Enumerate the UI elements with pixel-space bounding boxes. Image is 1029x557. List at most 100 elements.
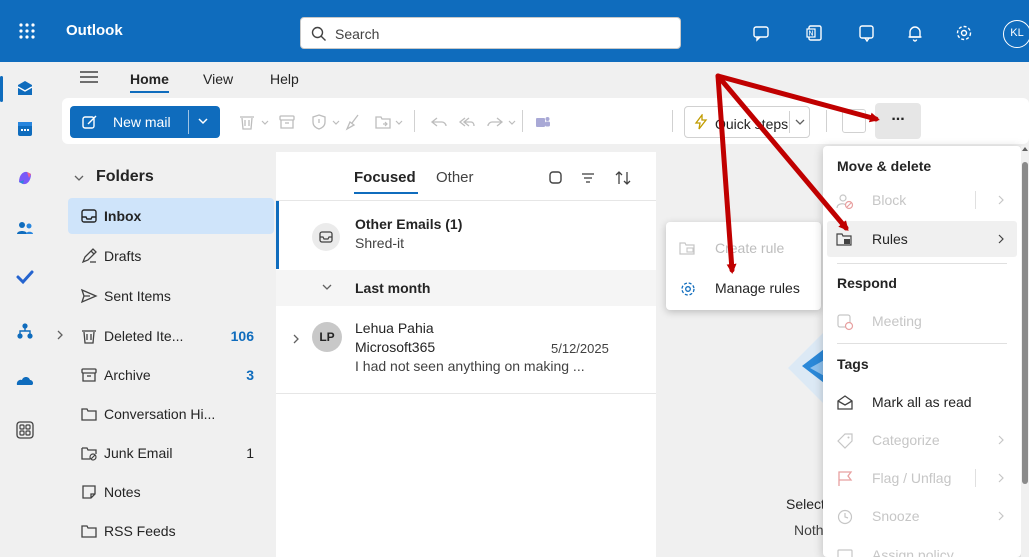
people-icon[interactable] [15,218,35,238]
folder-label: Conversation Hi... [104,406,216,422]
folder-item-sent[interactable]: Sent Items [68,278,274,314]
scrollbar-thumb[interactable] [1022,162,1028,484]
other-emails-subtitle: Shred-it [355,235,405,251]
folder-pane: Folders Inbox Drafts Sent Items Deleted … [48,150,274,557]
assign-policy-menu-item[interactable]: Assign policy [827,537,1017,557]
flag-unflag-label: Flag / Unflag [872,470,952,486]
filter-icon[interactable] [580,170,596,186]
chevron-down-icon[interactable] [795,118,805,126]
more-options-menu: Move & delete Block Rules Respond Meetin… [823,146,1021,557]
scroll-up-arrow-icon[interactable] [1022,146,1028,152]
tab-home-underline [130,91,169,93]
feedback-icon[interactable] [858,24,876,42]
tab-home[interactable]: Home [130,71,169,87]
folder-item-deleted[interactable]: Deleted Ite... 106 [57,318,274,354]
tab-focused[interactable]: Focused [354,169,416,186]
chevron-right-icon[interactable] [997,472,1005,484]
svg-text:N: N [808,30,813,38]
report-icon[interactable] [310,113,328,131]
chevron-down-icon[interactable] [332,113,340,131]
snooze-menu-item[interactable]: Snooze [827,498,1017,534]
quick-steps-button[interactable]: Quick steps [684,106,810,138]
chevron-right-icon[interactable] [56,330,64,340]
select-icon[interactable] [548,170,564,186]
block-icon [836,194,854,210]
compose-icon [82,115,97,129]
rules-label: Rules [872,231,908,247]
block-menu-item[interactable]: Block [827,182,1017,218]
chevron-down-icon[interactable] [508,113,516,131]
folder-label: Sent Items [104,288,171,304]
folders-header[interactable]: Folders [96,168,154,186]
reply-icon[interactable] [430,113,448,131]
chevron-down-icon[interactable] [74,174,84,182]
rules-menu-item[interactable]: Rules [827,221,1017,257]
mail-icon[interactable] [15,79,35,99]
message-subject: Microsoft365 [355,339,436,355]
folder-item-inbox[interactable]: Inbox [68,198,274,234]
sweep-icon[interactable] [344,113,362,131]
folder-item-conversation-history[interactable]: Conversation Hi... [68,396,274,432]
mark-all-read-label: Mark all as read [872,394,972,410]
clock-icon [837,509,853,525]
folder-item-rss[interactable]: RSS Feeds [68,513,274,549]
folder-item-junk[interactable]: Junk Email 1 [68,435,274,471]
chevron-down-icon[interactable] [198,117,208,125]
tab-other[interactable]: Other [436,169,474,186]
folder-item-archive[interactable]: Archive 3 [68,357,274,393]
mark-all-read-menu-item[interactable]: Mark all as read [827,384,1017,420]
menu-header-tags: Tags [837,356,869,372]
view-options-icon[interactable] [842,109,866,133]
move-to-icon[interactable] [374,113,392,131]
create-rule-menu-item[interactable]: Create rule [666,230,821,266]
tab-help[interactable]: Help [270,71,299,87]
more-options-button[interactable]: ... [875,103,921,139]
chevron-right-icon[interactable] [997,194,1005,206]
more-apps-icon[interactable] [15,420,35,440]
rail-selected-indicator [0,76,3,102]
tab-view[interactable]: View [203,71,233,87]
flag-unflag-menu-item[interactable]: Flag / Unflag [827,460,1017,496]
other-emails-row[interactable]: Other Emails (1) Shred-it [276,200,656,269]
categorize-menu-item[interactable]: Categorize [827,422,1017,458]
onenote-icon[interactable]: N [806,24,824,42]
bell-icon[interactable] [906,24,924,42]
notes-icon [82,485,96,499]
app-launcher-icon[interactable] [18,22,36,40]
org-explorer-icon[interactable] [15,321,35,341]
chat-icon[interactable] [752,24,770,42]
message-row[interactable]: LP Lehua Pahia Microsoft365 5/12/2025 I … [276,306,656,394]
avatar[interactable]: KL [1003,20,1029,48]
search-input[interactable]: Search [300,17,681,49]
snooze-label: Snooze [872,508,920,524]
forward-icon[interactable] [486,113,504,131]
reply-all-icon[interactable] [458,113,476,131]
new-mail-button[interactable]: New mail [70,106,220,138]
reading-pane-title: Select [786,496,825,512]
onedrive-icon[interactable] [15,370,35,390]
ribbon-divider [672,110,673,132]
quick-steps-label: Quick steps [715,116,789,132]
sort-icon[interactable] [614,170,632,186]
manage-rules-label: Manage rules [715,280,800,296]
gear-icon[interactable] [955,24,973,42]
hamburger-icon[interactable] [80,70,98,84]
section-header-last-month[interactable]: Last month [276,270,656,306]
todo-icon[interactable] [15,267,35,287]
delete-icon[interactable] [238,113,256,131]
tag-icon [837,433,853,449]
chevron-down-icon[interactable] [395,113,403,131]
folder-label: Drafts [104,248,142,264]
teams-icon[interactable] [534,113,552,131]
folder-item-notes[interactable]: Notes [68,474,274,510]
app-title[interactable]: Outlook [66,22,123,39]
archive-icon[interactable] [278,113,296,131]
chevron-down-icon[interactable] [261,113,269,131]
calendar-icon[interactable] [15,119,35,139]
manage-rules-menu-item[interactable]: Manage rules [666,270,821,306]
chevron-right-icon[interactable] [292,334,300,344]
copilot-icon[interactable] [15,168,35,188]
categorize-label: Categorize [872,432,940,448]
folder-item-drafts[interactable]: Drafts [68,238,274,274]
meeting-menu-item[interactable]: Meeting [827,303,1017,339]
